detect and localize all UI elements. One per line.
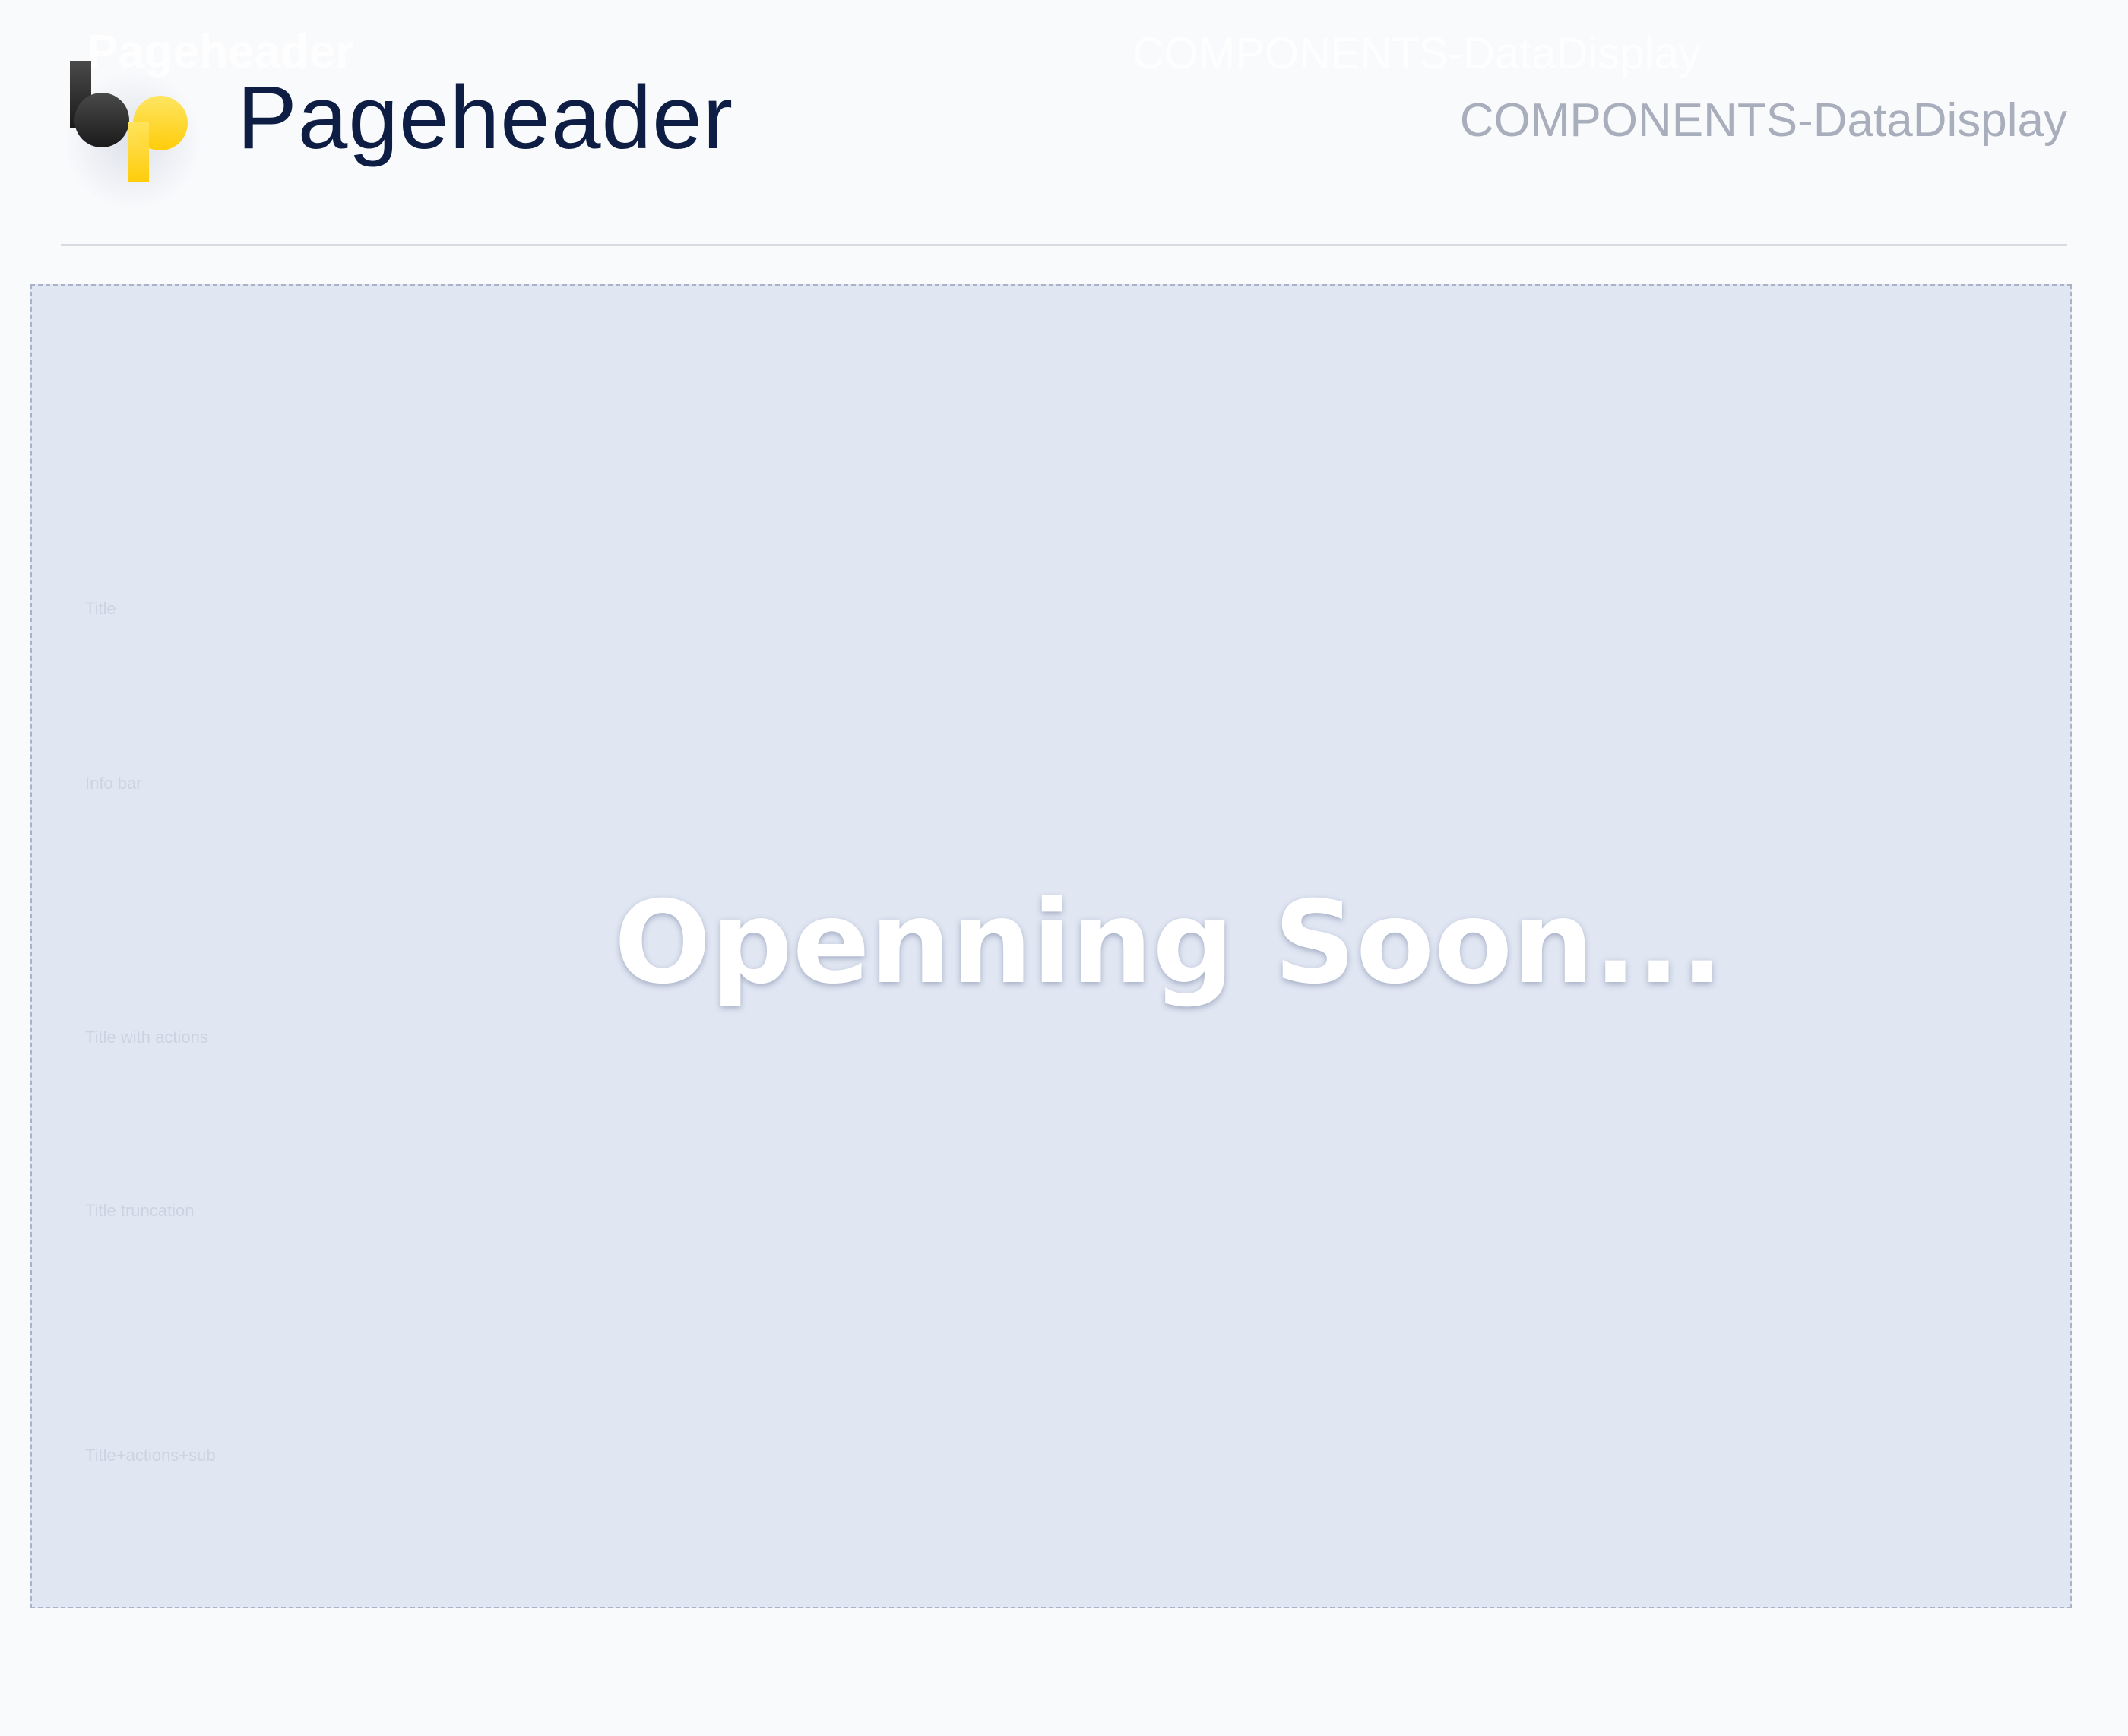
header-divider — [61, 244, 2067, 246]
section-label-title-truncation: Title truncation — [85, 1201, 195, 1220]
section-label-title-with-actions: Title with actions — [85, 1028, 208, 1047]
section-label-title-actions-sub: Title+actions+sub — [85, 1446, 216, 1465]
section-label-info-bar: Info bar — [85, 774, 142, 793]
preview-canvas: Title Info bar Title with actions Title … — [30, 284, 2072, 1608]
section-label-title: Title — [85, 599, 116, 618]
header-category-shadow: COMPONENTS-DataDisplay — [1132, 29, 1701, 78]
coming-soon-message: Openning Soon... — [614, 877, 1724, 1009]
bp-logo-icon — [61, 53, 205, 213]
page-title: Pageheader — [237, 68, 734, 168]
category-label: COMPONENTS-DataDisplay — [1459, 94, 2067, 147]
